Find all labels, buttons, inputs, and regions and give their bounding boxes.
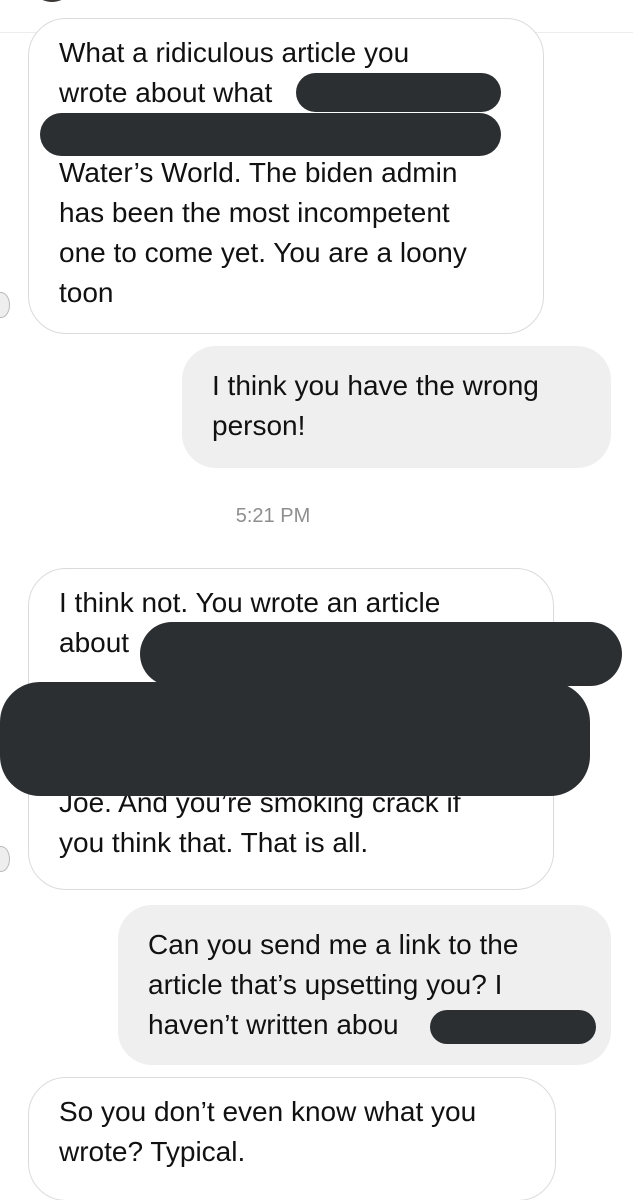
message-line: What a ridiculous article you bbox=[59, 37, 410, 68]
incoming-message[interactable]: What a ridiculous article you wrote abou… bbox=[28, 18, 544, 334]
message-line: I think you have the wrong bbox=[212, 370, 539, 401]
message-line: So you don’t even know what you bbox=[59, 1096, 477, 1127]
sender-avatar[interactable] bbox=[0, 292, 10, 318]
message-line: one to come yet. You are a loony bbox=[59, 237, 467, 268]
sender-avatar[interactable] bbox=[0, 846, 10, 872]
profile-avatar[interactable] bbox=[28, 0, 76, 2]
message-line: you think that. That is all. bbox=[59, 827, 369, 858]
message-line: wrote? Typical. bbox=[59, 1136, 246, 1167]
redaction-bar bbox=[296, 73, 501, 112]
message-line: has been the most incompetent bbox=[59, 197, 450, 228]
message-timestamp: 5:21 PM bbox=[235, 505, 311, 527]
redaction-bar bbox=[430, 1010, 596, 1044]
redaction-bar bbox=[0, 682, 590, 796]
redaction-bar bbox=[140, 622, 622, 686]
message-line: I think not. You wrote an article bbox=[59, 587, 441, 618]
outgoing-message[interactable]: I think you have the wrong person! bbox=[182, 346, 611, 468]
message-line: toon bbox=[59, 277, 114, 308]
message-line: article that’s upsetting you? I bbox=[148, 969, 503, 1000]
message-line: person! bbox=[212, 410, 306, 441]
redaction-bar bbox=[40, 113, 501, 156]
incoming-message[interactable]: So you don’t even know what you wrote? T… bbox=[28, 1077, 556, 1200]
message-line: Can you send me a link to the bbox=[148, 929, 519, 960]
message-line: Water’s World. The biden admin bbox=[59, 157, 458, 188]
chat-screen: What a ridiculous article you wrote abou… bbox=[0, 0, 633, 1200]
